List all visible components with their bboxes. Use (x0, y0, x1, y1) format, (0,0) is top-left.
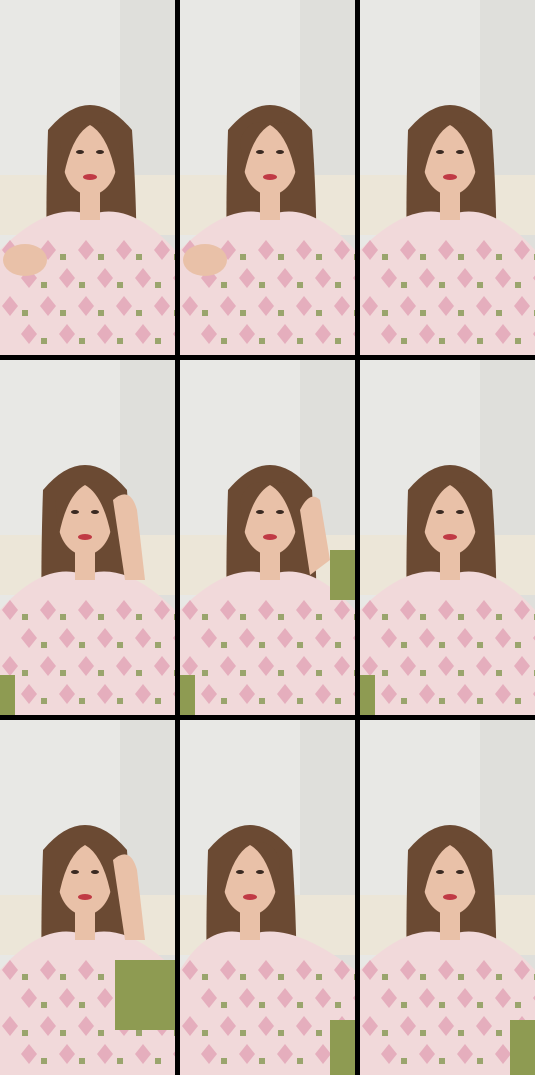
left-eye (236, 870, 244, 874)
left-eye (256, 150, 264, 154)
lips (83, 174, 97, 180)
hand-forward (3, 244, 47, 276)
portrait-image (180, 360, 355, 715)
left-eye (436, 870, 444, 874)
photo-frame-9 (360, 720, 535, 1075)
green-sleeve (510, 1020, 535, 1075)
photo-frame-3 (360, 0, 535, 355)
left-eye (256, 510, 264, 514)
photo-frame-2 (180, 0, 355, 355)
lips (443, 894, 457, 900)
lips (443, 174, 457, 180)
lips (78, 534, 92, 540)
portrait-image (0, 360, 175, 715)
green-sleeve (330, 550, 355, 600)
right-eye (456, 150, 464, 154)
lips (263, 174, 277, 180)
portrait-image (180, 720, 355, 1075)
photo-frame-5 (180, 360, 355, 715)
photo-frame-1 (0, 0, 175, 355)
photo-frame-7 (0, 720, 175, 1075)
left-eye (71, 510, 79, 514)
hand-forward (183, 244, 227, 276)
photo-frame-8 (180, 720, 355, 1075)
green-sleeve (115, 960, 175, 1030)
portrait-image (360, 720, 535, 1075)
portrait-image (0, 720, 175, 1075)
left-eye (71, 870, 79, 874)
portrait-image (360, 0, 535, 355)
lips (78, 894, 92, 900)
portrait-image (0, 0, 175, 355)
lips (243, 894, 257, 900)
right-eye (256, 870, 264, 874)
green-sleeve-left (360, 675, 375, 715)
left-eye (76, 150, 84, 154)
right-eye (91, 510, 99, 514)
right-eye (276, 150, 284, 154)
right-eye (96, 150, 104, 154)
left-eye (436, 150, 444, 154)
right-eye (276, 510, 284, 514)
photo-frame-4 (0, 360, 175, 715)
green-sleeve (330, 1020, 355, 1075)
right-eye (456, 510, 464, 514)
right-eye (456, 870, 464, 874)
portrait-image (360, 360, 535, 715)
green-sleeve-left (0, 675, 15, 715)
lips (443, 534, 457, 540)
photo-frame-6 (360, 360, 535, 715)
portrait-image (180, 0, 355, 355)
lips (263, 534, 277, 540)
right-eye (91, 870, 99, 874)
green-sleeve-left (180, 675, 195, 715)
left-eye (436, 510, 444, 514)
photo-grid (0, 0, 535, 1075)
